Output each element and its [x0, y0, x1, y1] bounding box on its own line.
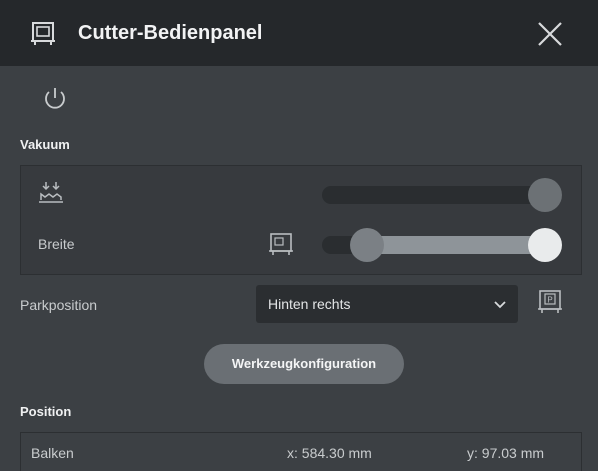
position-x-value: x: 584.30 mm	[287, 445, 372, 461]
title-bar: Cutter-Bedienpanel	[0, 0, 598, 66]
position-row: Balken x: 584.30 mm y: 97.03 mm	[20, 432, 582, 471]
vacuum-strength-slider-knob[interactable]	[528, 178, 562, 212]
panel-icon	[268, 231, 294, 262]
breite-label: Breite	[38, 236, 75, 252]
position-row-name: Balken	[31, 445, 74, 461]
window-title: Cutter-Bedienpanel	[78, 22, 263, 44]
power-icon[interactable]	[40, 84, 70, 114]
position-y-value: y: 97.03 mm	[467, 445, 545, 461]
werkzeugkonfiguration-button[interactable]: Werkzeugkonfiguration	[204, 344, 404, 384]
breite-range-fill	[366, 236, 545, 254]
park-icon[interactable]: P	[536, 288, 564, 321]
breite-range-high-knob[interactable]	[528, 228, 562, 262]
vakuum-panel	[20, 165, 582, 275]
vacuum-icon	[38, 180, 64, 211]
position-section-label: Position	[20, 404, 72, 419]
breite-range-low-knob[interactable]	[349, 228, 384, 262]
vacuum-strength-slider-track[interactable]	[322, 186, 562, 204]
vakuum-section-label: Vakuum	[20, 137, 70, 152]
parkposition-selected-value: Hinten rechts	[268, 296, 351, 312]
panel-icon	[30, 20, 56, 51]
parkposition-select[interactable]: Hinten rechts	[256, 285, 518, 323]
close-icon[interactable]	[536, 20, 564, 48]
chevron-down-icon	[494, 298, 506, 316]
parkposition-label: Parkposition	[20, 297, 98, 313]
svg-text:P: P	[547, 296, 552, 305]
